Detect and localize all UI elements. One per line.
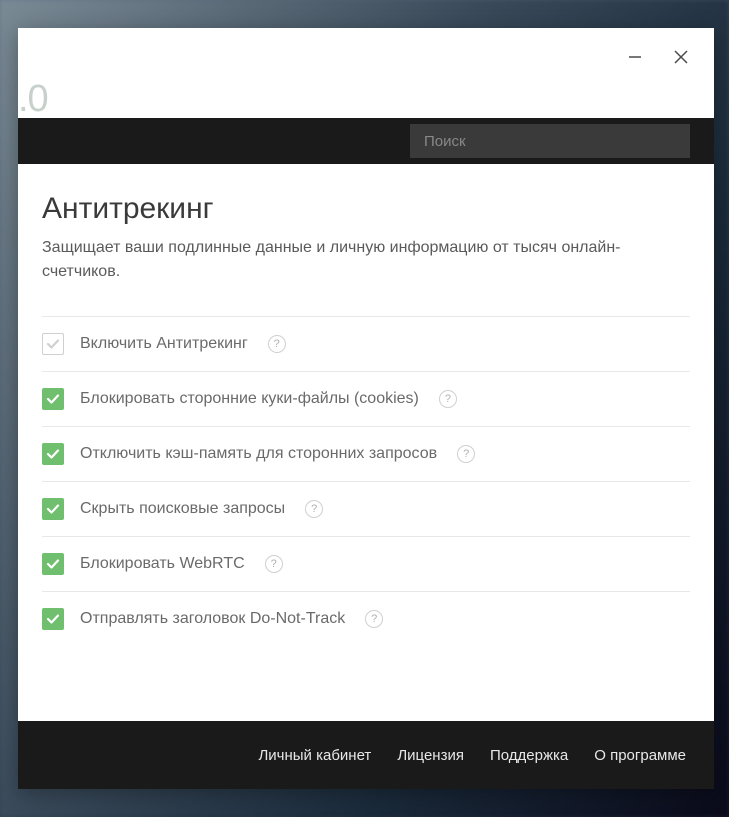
titlebar: .0 [18, 28, 714, 118]
footer: Личный кабинет Лицензия Поддержка О прог… [18, 721, 714, 789]
help-icon[interactable]: ? [365, 610, 383, 628]
option-checkbox[interactable] [42, 388, 64, 410]
option-row: Блокировать сторонние куки-файлы (cookie… [42, 371, 690, 426]
minimize-icon [628, 50, 642, 64]
search-bar [18, 118, 714, 164]
option-checkbox[interactable] [42, 498, 64, 520]
search-input[interactable] [410, 124, 690, 158]
page-title: Антитрекинг [42, 192, 690, 226]
option-row: Отправлять заголовок Do-Not-Track? [42, 591, 690, 646]
help-icon[interactable]: ? [439, 390, 457, 408]
check-icon [46, 447, 60, 461]
option-label: Блокировать WebRTC [80, 555, 245, 573]
footer-link-support[interactable]: Поддержка [490, 747, 568, 764]
check-icon [46, 612, 60, 626]
option-label: Включить Антитрекинг [80, 335, 248, 353]
option-label: Блокировать сторонние куки-файлы (cookie… [80, 390, 419, 408]
footer-link-about[interactable]: О программе [594, 747, 686, 764]
help-icon[interactable]: ? [457, 445, 475, 463]
content-area: Антитрекинг Защищает ваши подлинные данн… [18, 164, 714, 721]
check-icon [46, 557, 60, 571]
footer-link-license[interactable]: Лицензия [397, 747, 464, 764]
footer-link-account[interactable]: Личный кабинет [258, 747, 371, 764]
option-row: Включить Антитрекинг? [42, 316, 690, 371]
option-checkbox[interactable] [42, 608, 64, 630]
check-icon [46, 392, 60, 406]
option-row: Отключить кэш-память для сторонних запро… [42, 426, 690, 481]
help-icon[interactable]: ? [305, 500, 323, 518]
check-icon [46, 502, 60, 516]
option-checkbox[interactable] [42, 443, 64, 465]
app-window: .0 Антитрекинг Защищает ваши подлинные д… [18, 28, 714, 789]
check-icon [46, 337, 60, 351]
option-row: Скрыть поисковые запросы? [42, 481, 690, 536]
option-label: Отправлять заголовок Do-Not-Track [80, 610, 345, 628]
option-row: Блокировать WebRTC? [42, 536, 690, 591]
option-checkbox[interactable] [42, 333, 64, 355]
option-label: Скрыть поисковые запросы [80, 500, 285, 518]
close-button[interactable] [672, 48, 690, 66]
help-icon[interactable]: ? [268, 335, 286, 353]
page-subtitle: Защищает ваши подлинные данные и личную … [42, 236, 690, 284]
help-icon[interactable]: ? [265, 555, 283, 573]
option-label: Отключить кэш-память для сторонних запро… [80, 445, 437, 463]
version-text: .0 [18, 78, 48, 121]
option-checkbox[interactable] [42, 553, 64, 575]
close-icon [674, 50, 688, 64]
minimize-button[interactable] [626, 48, 644, 66]
